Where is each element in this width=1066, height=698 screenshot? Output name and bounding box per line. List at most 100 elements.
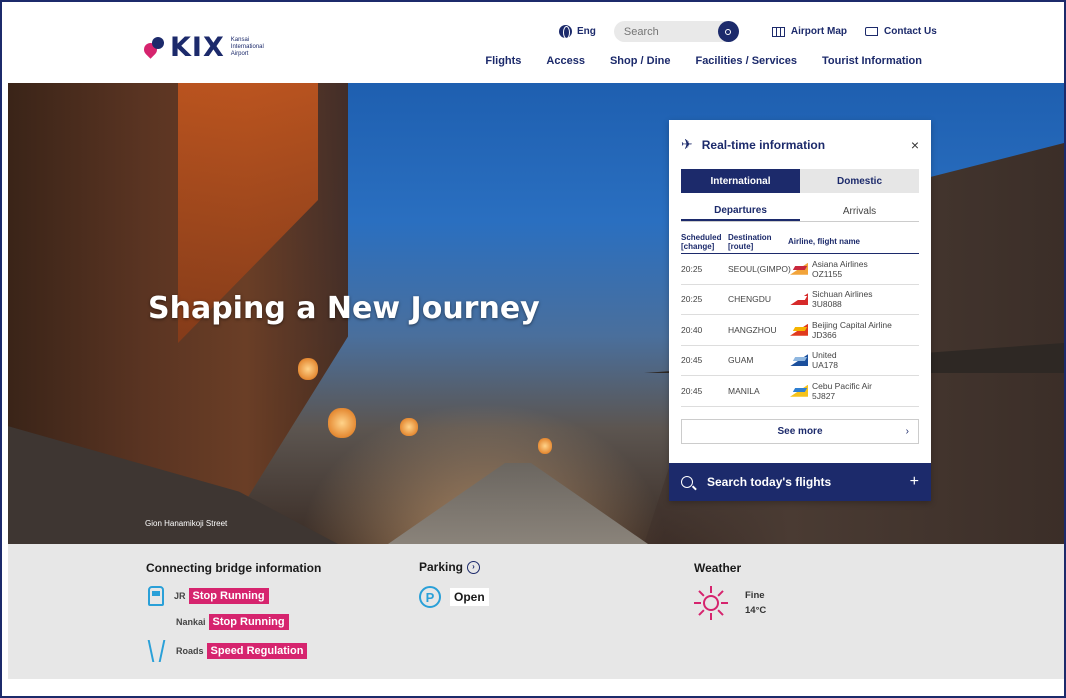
table-row[interactable]: 20:40 HANGZHOU Beijing Capital Airline JD… — [681, 315, 919, 346]
realtime-title: Real-time information — [701, 137, 826, 152]
language-selector[interactable]: Eng — [577, 26, 596, 37]
flight-time: 20:40 — [681, 324, 703, 335]
flight-destination: SEOUL(GIMPO) — [728, 263, 791, 274]
realtime-subtabs: Departures Arrivals — [681, 201, 919, 222]
airline-logo-icon — [790, 324, 808, 336]
logo-text: KIX — [170, 32, 225, 63]
nankai-status-line: Nankai Stop Running — [176, 614, 289, 630]
plus-icon: + — [909, 473, 919, 490]
airline-name: Beijing Capital Airline — [812, 319, 892, 330]
weather-title: Weather — [694, 561, 742, 575]
airplane-icon: ✈ — [681, 136, 693, 152]
close-icon[interactable]: × — [911, 137, 919, 153]
site-header: KIX Kansai International Airport Eng Air… — [2, 2, 1064, 83]
roads-status-badge: Speed Regulation — [206, 643, 308, 659]
arrow-right-circle-icon: › — [467, 561, 481, 575]
flight-destination: GUAM — [728, 355, 754, 366]
search-icon — [681, 476, 693, 488]
flight-destination: HANGZHOU — [728, 324, 777, 335]
bridge-info-title: Connecting bridge information — [146, 561, 322, 575]
weather-status-line: Fine 14°C — [694, 586, 766, 620]
airport-map-label: Airport Map — [790, 26, 847, 37]
table-row[interactable]: 20:25 SEOUL(GIMPO) Asiana Airlines OZ1155 — [681, 254, 919, 285]
chevron-right-icon: › — [905, 425, 909, 437]
roads-status-line: Roads Speed Regulation — [148, 640, 308, 662]
roads-label: Roads — [176, 646, 204, 656]
main-nav: Flights Access Shop / Dine Facilities / … — [460, 55, 922, 67]
nav-facilities-services[interactable]: Facilities / Services — [695, 55, 797, 67]
nav-tourist-information[interactable]: Tourist Information — [822, 55, 922, 67]
flight-number: 3U8088 — [812, 299, 842, 310]
utility-bar: Eng Airport Map Contact Us — [559, 21, 937, 42]
flight-time: 20:45 — [681, 355, 703, 366]
flight-number: JD366 — [812, 329, 837, 340]
search-icon — [725, 28, 732, 35]
search-box — [613, 21, 739, 42]
realtime-header: ✈ Real-time information × — [669, 120, 931, 169]
airline-name: United — [812, 350, 837, 361]
flight-time: 20:25 — [681, 294, 703, 305]
flight-destination: CHENGDU — [728, 294, 771, 305]
nankai-label: Nankai — [176, 617, 206, 627]
tab-departures[interactable]: Departures — [681, 201, 800, 221]
tab-international[interactable]: International — [681, 169, 800, 193]
airline-logo-icon — [790, 385, 808, 397]
search-flights-label: Search today's flights — [707, 475, 832, 489]
parking-status: Open — [450, 588, 489, 606]
airline-logo-icon — [790, 263, 808, 275]
globe-icon — [559, 25, 572, 39]
search-input[interactable] — [613, 25, 714, 38]
hero-bg-street — [388, 463, 648, 544]
lantern-decor — [400, 418, 418, 436]
hero-title: Shaping a New Journey — [148, 291, 540, 326]
table-row[interactable]: 20:45 GUAM United UA178 — [681, 346, 919, 376]
see-more-label: See more — [777, 425, 823, 437]
contact-us-link[interactable]: Contact Us — [865, 26, 937, 37]
sun-icon — [694, 586, 728, 620]
kix-logo[interactable]: KIX Kansai International Airport — [141, 32, 281, 63]
nav-access[interactable]: Access — [546, 55, 585, 67]
jr-label: JR — [174, 591, 186, 601]
flight-time: 20:25 — [681, 263, 703, 274]
parking-title: Parking — [419, 560, 464, 574]
see-more-button[interactable]: See more › — [681, 418, 919, 444]
flight-table-body: 20:25 SEOUL(GIMPO) Asiana Airlines OZ1155… — [681, 254, 919, 407]
weather-condition: Fine — [745, 590, 765, 601]
airline-logo-icon — [790, 293, 808, 305]
airport-map-link[interactable]: Airport Map — [771, 26, 847, 37]
col-destination: Destination [route] — [728, 232, 772, 251]
airline-logo-icon — [790, 354, 808, 366]
search-todays-flights-button[interactable]: Search today's flights + — [669, 463, 931, 501]
lantern-decor — [298, 358, 318, 380]
table-row[interactable]: 20:25 CHENGDU Sichuan Airlines 3U8088 — [681, 285, 919, 315]
airline-name: Sichuan Airlines — [812, 289, 873, 300]
nav-flights[interactable]: Flights — [485, 55, 521, 67]
table-row[interactable]: 20:45 MANILA Cebu Pacific Air 5J827 — [681, 376, 919, 407]
flight-time: 20:45 — [681, 385, 703, 396]
col-airline: Airline, flight name — [788, 237, 861, 246]
flight-number: OZ1155 — [812, 268, 843, 279]
weather-temperature: 14°C — [745, 605, 767, 616]
tab-domestic[interactable]: Domestic — [800, 169, 919, 193]
search-button[interactable] — [717, 21, 739, 42]
contact-us-label: Contact Us — [884, 26, 937, 37]
col-scheduled: Scheduled [change] — [681, 232, 722, 251]
info-strip: Connecting bridge information JR Stop Ru… — [8, 544, 1064, 679]
flight-number: UA178 — [812, 360, 838, 371]
parking-link[interactable]: Parking › — [419, 560, 481, 575]
jr-status-badge: Stop Running — [188, 588, 269, 604]
nav-shop-dine[interactable]: Shop / Dine — [610, 55, 671, 67]
flight-number: 5J827 — [812, 390, 836, 401]
parking-status-line: P Open — [419, 586, 489, 608]
lantern-decor — [328, 408, 356, 438]
page-frame: KIX Kansai International Airport Eng Air… — [0, 0, 1066, 698]
flight-destination: MANILA — [728, 385, 760, 396]
tab-arrivals[interactable]: Arrivals — [800, 201, 919, 221]
jr-status-line: JR Stop Running — [148, 586, 269, 606]
parking-icon: P — [419, 586, 441, 608]
kix-logo-mark-icon — [141, 36, 166, 59]
lantern-decor — [538, 438, 552, 454]
flight-table-header: Scheduled [change] Destination [route] A… — [681, 230, 919, 254]
road-icon — [148, 640, 166, 662]
logo-subtitle: Kansai International Airport — [230, 37, 264, 57]
